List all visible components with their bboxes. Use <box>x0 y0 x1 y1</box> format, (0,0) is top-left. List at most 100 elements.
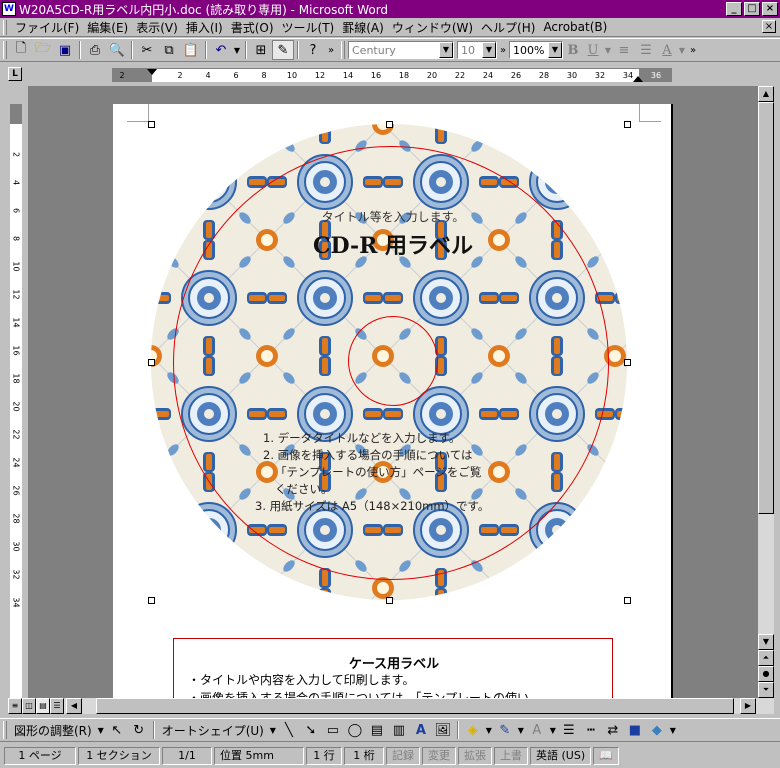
select-browse-object-icon[interactable]: ● <box>758 666 774 682</box>
status-extend[interactable]: 拡張 <box>458 747 492 765</box>
right-indent-marker[interactable] <box>633 76 643 82</box>
menu-edit[interactable]: 編集(E) <box>83 19 132 36</box>
selection-handle[interactable] <box>148 121 155 128</box>
toolbar-overflow-icon[interactable]: » <box>687 40 699 60</box>
next-page-icon[interactable]: ⏷ <box>758 682 774 698</box>
word-app-icon[interactable]: W <box>2 2 16 16</box>
new-document-icon[interactable]: 🗋 <box>10 40 32 60</box>
chevron-down-icon[interactable]: ▼ <box>482 42 496 58</box>
toolbar-overflow-icon[interactable]: » <box>497 40 509 60</box>
minimize-button[interactable]: _ <box>726 2 742 16</box>
rectangle-icon[interactable]: ▭ <box>322 720 344 740</box>
clip-art-icon[interactable]: 🖼 <box>432 720 454 740</box>
print-icon[interactable]: ⎙ <box>84 40 106 60</box>
3d-icon[interactable]: ◆ <box>646 720 668 740</box>
copy-icon[interactable]: ⧉ <box>158 40 180 60</box>
selection-handle[interactable] <box>386 121 393 128</box>
vertical-scrollbar[interactable]: ▲ ▼ ⏶ ● ⏷ <box>758 86 774 698</box>
print-layout-view-icon[interactable]: ▤ <box>36 698 50 714</box>
selection-handle[interactable] <box>148 359 155 366</box>
font-color-button[interactable]: A <box>657 40 677 60</box>
scroll-down-icon[interactable]: ▼ <box>758 634 774 650</box>
shadow-icon[interactable]: ■ <box>624 720 646 740</box>
menu-grip[interactable] <box>3 19 7 35</box>
oval-icon[interactable]: ◯ <box>344 720 366 740</box>
selection-handle[interactable] <box>148 597 155 604</box>
document-page[interactable]: タイトル等を入力します。 CD-R 用ラベル 1. データタイトルなどを入力しま… <box>113 104 673 698</box>
line-icon[interactable]: ╲ <box>278 720 300 740</box>
arrow-style-icon[interactable]: ⇄ <box>602 720 624 740</box>
menu-file[interactable]: ファイル(F) <box>11 19 83 36</box>
open-folder-icon[interactable]: 🗁 <box>32 40 54 60</box>
menu-format[interactable]: 書式(O) <box>227 19 278 36</box>
case-label-box[interactable]: ケース用ラベル ・タイトルや内容を入力して印刷します。 ・画像を挿入する場合の手… <box>173 638 613 698</box>
toolbar-grip[interactable] <box>3 721 7 739</box>
free-rotate-icon[interactable]: ↻ <box>128 720 150 740</box>
spelling-status-icon[interactable]: 📖 <box>593 747 619 765</box>
undo-dropdown-icon[interactable]: ▼ <box>232 40 242 60</box>
chevron-down-icon[interactable]: ▼ <box>439 42 453 58</box>
maximize-button[interactable]: □ <box>744 2 760 16</box>
select-objects-icon[interactable]: ↖ <box>106 720 128 740</box>
toolbar-overflow-icon[interactable]: » <box>324 40 338 60</box>
zoom-combo[interactable]: 100% ▼ <box>509 41 563 59</box>
status-language[interactable]: 英語 (US) <box>530 747 592 765</box>
vertical-scroll-thumb[interactable] <box>758 102 774 514</box>
chevron-down-icon[interactable]: ▼ <box>484 720 494 740</box>
selection-handle[interactable] <box>624 597 631 604</box>
scroll-up-icon[interactable]: ▲ <box>758 86 774 102</box>
previous-page-icon[interactable]: ⏶ <box>758 650 774 666</box>
vertical-text-box-icon[interactable]: ▥ <box>388 720 410 740</box>
text-box-icon[interactable]: ▤ <box>366 720 388 740</box>
document-close-button[interactable]: × <box>762 20 776 33</box>
menu-acrobat[interactable]: Acrobat(B) <box>539 20 611 34</box>
align-justify-icon[interactable]: ☰ <box>635 40 657 60</box>
line-style-icon[interactable]: ☰ <box>558 720 580 740</box>
insert-table-icon[interactable]: ⊞ <box>250 40 272 60</box>
draw-adjust-menu[interactable]: 図形の調整(R) <box>10 722 96 739</box>
menu-table[interactable]: 罫線(A) <box>338 19 388 36</box>
paste-icon[interactable]: 📋 <box>180 40 202 60</box>
align-left-icon[interactable]: ≡ <box>613 40 635 60</box>
wordart-icon[interactable]: A <box>410 720 432 740</box>
font-name-combo[interactable]: Century ▼ <box>348 41 454 59</box>
chevron-down-icon[interactable]: ▼ <box>668 720 678 740</box>
underline-dropdown-icon[interactable]: ▼ <box>603 40 613 60</box>
line-color-icon[interactable]: ✎ <box>494 720 516 740</box>
undo-icon[interactable]: ↶ <box>210 40 232 60</box>
drawing-toggle-icon[interactable]: ✎ <box>272 40 294 60</box>
scroll-left-icon[interactable]: ◀ <box>66 698 82 714</box>
cut-icon[interactable]: ✂ <box>136 40 158 60</box>
save-icon[interactable]: ▣ <box>54 40 76 60</box>
autoshape-menu[interactable]: オートシェイプ(U) <box>158 722 268 739</box>
menu-tools[interactable]: ツール(T) <box>278 19 339 36</box>
menu-window[interactable]: ウィンドウ(W) <box>388 19 477 36</box>
web-layout-view-icon[interactable]: ◫ <box>22 698 36 714</box>
outline-view-icon[interactable]: ☰ <box>50 698 64 714</box>
dash-style-icon[interactable]: ┅ <box>580 720 602 740</box>
chevron-down-icon[interactable]: ▼ <box>548 720 558 740</box>
status-track-changes[interactable]: 変更 <box>422 747 456 765</box>
close-button[interactable]: × <box>762 2 778 16</box>
chevron-down-icon[interactable]: ▼ <box>268 720 278 740</box>
toolbar-grip[interactable] <box>341 41 345 59</box>
vertical-ruler[interactable]: 2 4 6 8 10 12 14 16 18 20 22 24 26 28 30… <box>8 86 24 698</box>
horizontal-scrollbar[interactable]: ≡ ◫ ▤ ☰ ◀ ▶ <box>8 698 774 714</box>
fill-color-icon[interactable]: ◈ <box>462 720 484 740</box>
selection-handle[interactable] <box>624 359 631 366</box>
print-preview-icon[interactable]: 🔍 <box>106 40 128 60</box>
scroll-right-icon[interactable]: ▶ <box>740 698 756 714</box>
font-color-icon[interactable]: A <box>526 720 548 740</box>
chevron-down-icon[interactable]: ▼ <box>516 720 526 740</box>
menu-help[interactable]: ヘルプ(H) <box>477 19 539 36</box>
first-line-indent-marker[interactable] <box>147 69 157 75</box>
selection-handle[interactable] <box>624 121 631 128</box>
selection-handle[interactable] <box>386 597 393 604</box>
help-icon[interactable]: ? <box>302 40 324 60</box>
status-overtype[interactable]: 上書 <box>494 747 528 765</box>
menu-view[interactable]: 表示(V) <box>132 19 182 36</box>
tab-selector[interactable]: L <box>8 67 22 81</box>
disc-instructions[interactable]: 1. データタイトルなどを入力します。 2. 画像を挿入する場合の手順については… <box>255 430 535 515</box>
horizontal-ruler[interactable]: 2 2 4 6 8 10 12 14 16 18 20 22 24 26 28 … <box>112 68 672 82</box>
toolbar-grip[interactable] <box>3 41 7 59</box>
